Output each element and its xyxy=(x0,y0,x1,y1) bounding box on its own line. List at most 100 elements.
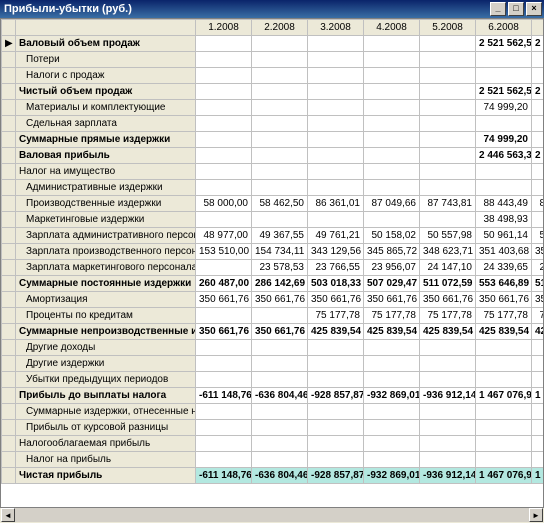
row-label[interactable]: Амортизация xyxy=(16,292,196,308)
data-cell[interactable] xyxy=(252,132,308,148)
data-cell[interactable] xyxy=(252,340,308,356)
data-cell[interactable] xyxy=(420,52,476,68)
data-cell[interactable]: 23 766,55 xyxy=(308,260,364,276)
data-cell[interactable] xyxy=(364,372,420,388)
data-cell[interactable]: 89 148,75 xyxy=(532,196,544,212)
data-cell[interactable] xyxy=(308,436,364,452)
data-cell[interactable] xyxy=(364,420,420,436)
data-cell[interactable] xyxy=(364,148,420,164)
row-label[interactable]: Зарплата маркетингового персонала xyxy=(16,260,196,276)
row-label[interactable]: Другие издержки xyxy=(16,356,196,372)
data-cell[interactable]: -611 148,76 xyxy=(196,388,252,404)
data-cell[interactable] xyxy=(196,404,252,420)
data-cell[interactable] xyxy=(420,164,476,180)
data-cell[interactable] xyxy=(252,212,308,228)
row-label[interactable]: Налог на имущество xyxy=(16,164,196,180)
data-cell[interactable] xyxy=(252,308,308,324)
data-cell[interactable] xyxy=(476,372,532,388)
data-cell[interactable] xyxy=(420,68,476,84)
data-cell[interactable]: -932 869,01 xyxy=(364,468,420,484)
data-cell[interactable] xyxy=(364,68,420,84)
data-grid[interactable]: 1.20082.20083.20084.20085.20086.20087.20… xyxy=(0,18,544,508)
data-cell[interactable]: 350 661,76 xyxy=(252,324,308,340)
data-cell[interactable] xyxy=(308,148,364,164)
data-cell[interactable]: 350 661,76 xyxy=(420,292,476,308)
data-cell[interactable] xyxy=(476,340,532,356)
data-cell[interactable] xyxy=(196,420,252,436)
row-label[interactable]: Суммарные прямые издержки xyxy=(16,132,196,148)
data-cell[interactable]: 519 255,82 xyxy=(532,276,544,292)
row-label[interactable]: Суммарные непроизводственные издержки xyxy=(16,324,196,340)
data-cell[interactable]: 74 999,20 xyxy=(476,100,532,116)
data-cell[interactable]: 507 029,47 xyxy=(364,276,420,292)
data-cell[interactable] xyxy=(252,36,308,52)
column-header[interactable]: 2.2008 xyxy=(252,20,308,36)
data-cell[interactable] xyxy=(420,356,476,372)
data-cell[interactable] xyxy=(420,36,476,52)
data-cell[interactable] xyxy=(476,404,532,420)
data-cell[interactable]: 2 541 669,83 xyxy=(532,36,544,52)
data-cell[interactable]: -936 912,14 xyxy=(420,388,476,404)
data-cell[interactable]: 607,20 xyxy=(532,132,544,148)
row-label[interactable]: Прибыль до выплаты налога xyxy=(16,388,196,404)
data-cell[interactable] xyxy=(308,356,364,372)
data-cell[interactable]: 87 743,81 xyxy=(420,196,476,212)
data-cell[interactable] xyxy=(364,404,420,420)
data-cell[interactable]: 49 367,55 xyxy=(252,228,308,244)
row-label[interactable]: Валовый объем продаж xyxy=(16,36,196,52)
data-cell[interactable] xyxy=(420,180,476,196)
data-cell[interactable]: 75 177,78 xyxy=(420,308,476,324)
data-cell[interactable] xyxy=(196,452,252,468)
data-cell[interactable] xyxy=(196,356,252,372)
data-cell[interactable] xyxy=(364,36,420,52)
data-cell[interactable] xyxy=(308,116,364,132)
data-cell[interactable]: 153 510,00 xyxy=(196,244,252,260)
data-cell[interactable] xyxy=(476,164,532,180)
data-cell[interactable]: -636 804,46 xyxy=(252,468,308,484)
data-cell[interactable]: 2 521 562,54 xyxy=(476,84,532,100)
data-cell[interactable] xyxy=(476,436,532,452)
data-cell[interactable] xyxy=(364,356,420,372)
data-cell[interactable] xyxy=(308,420,364,436)
data-cell[interactable] xyxy=(308,132,364,148)
data-cell[interactable]: 51 367,51 xyxy=(532,228,544,244)
data-cell[interactable] xyxy=(252,372,308,388)
row-label[interactable]: Налогооблагаемая прибыль xyxy=(16,436,196,452)
data-cell[interactable] xyxy=(420,340,476,356)
data-cell[interactable] xyxy=(420,132,476,148)
data-cell[interactable] xyxy=(252,436,308,452)
data-cell[interactable]: 425 839,54 xyxy=(420,324,476,340)
data-cell[interactable] xyxy=(476,356,532,372)
data-cell[interactable] xyxy=(364,52,420,68)
data-cell[interactable] xyxy=(364,84,420,100)
scroll-right-button[interactable]: ► xyxy=(529,508,543,522)
data-cell[interactable] xyxy=(196,68,252,84)
column-header[interactable]: 6.2008 xyxy=(476,20,532,36)
data-cell[interactable]: 1 467 076,90 xyxy=(476,468,532,484)
data-cell[interactable]: 286 142,69 xyxy=(252,276,308,292)
row-label[interactable]: Убытки предыдущих периодов xyxy=(16,372,196,388)
column-header[interactable]: 1.2008 xyxy=(196,20,252,36)
data-cell[interactable] xyxy=(420,452,476,468)
data-cell[interactable]: -936 912,14 xyxy=(420,468,476,484)
data-cell[interactable]: 2 541 062,63 xyxy=(532,148,544,164)
data-cell[interactable]: 74 999,20 xyxy=(476,132,532,148)
data-cell[interactable] xyxy=(308,404,364,420)
data-cell[interactable] xyxy=(196,52,252,68)
data-cell[interactable] xyxy=(196,116,252,132)
row-label[interactable]: Чистая прибыль xyxy=(16,468,196,484)
data-cell[interactable] xyxy=(532,404,544,420)
data-cell[interactable]: 351 403,68 xyxy=(476,244,532,260)
row-label[interactable]: Налог на прибыль xyxy=(16,452,196,468)
data-cell[interactable]: 75 177,78 xyxy=(308,308,364,324)
data-cell[interactable] xyxy=(196,260,252,276)
data-cell[interactable]: 75 177,78 xyxy=(532,308,544,324)
data-cell[interactable]: 425 839,54 xyxy=(308,324,364,340)
minimize-button[interactable]: _ xyxy=(490,2,506,16)
data-cell[interactable]: 75 177,78 xyxy=(476,308,532,324)
data-cell[interactable]: 24 339,65 xyxy=(476,260,532,276)
data-cell[interactable] xyxy=(308,180,364,196)
data-cell[interactable]: -636 804,46 xyxy=(252,388,308,404)
data-cell[interactable]: 49 761,21 xyxy=(308,228,364,244)
data-cell[interactable]: 343 129,56 xyxy=(308,244,364,260)
